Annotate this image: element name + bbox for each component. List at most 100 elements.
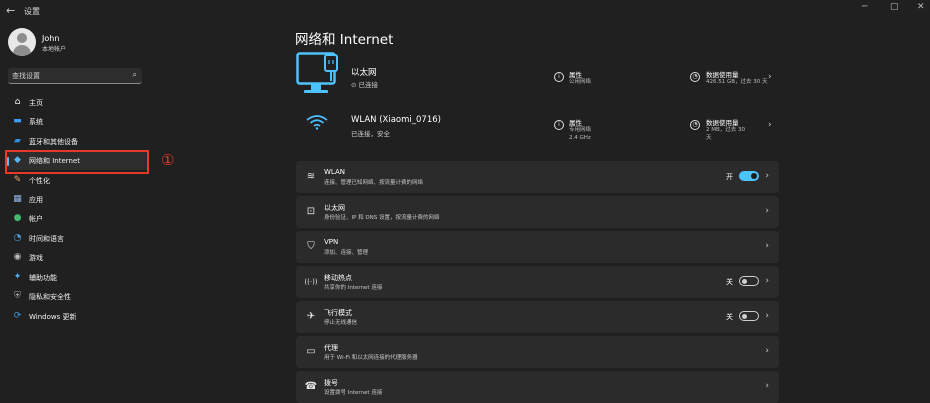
- settings-row-mobile-hotspot[interactable]: ((·)) 移动热点 共享你的 Internet 连接 关 ›: [296, 266, 779, 298]
- wlan-properties-value: 专用网络: [569, 127, 592, 133]
- airplane-icon: ✈: [306, 311, 316, 322]
- sidebar-item-accounts[interactable]: ● 帐户: [6, 210, 148, 228]
- toggle-state-label: 关: [726, 313, 733, 321]
- title-bar: ← 设置 ─ ▢ ✕: [0, 0, 930, 22]
- airplane-mode-toggle[interactable]: [739, 311, 759, 321]
- settings-row-wlan[interactable]: ≋ WLAN 连接、管理已知网络、按流量计费的网络 开 ›: [296, 161, 779, 193]
- row-title: 移动热点: [324, 274, 352, 282]
- ethernet-properties-value: 公用网络: [569, 79, 592, 85]
- row-title: 飞行模式: [324, 309, 352, 317]
- row-title: 拨号: [324, 379, 338, 387]
- vpn-shield-icon: ⛉: [307, 241, 315, 252]
- toggle-knob: [742, 314, 747, 319]
- settings-row-ethernet[interactable]: ⊡ 以太网 身份验证、IP 和 DNS 设置，按流量计费的网络 ›: [296, 196, 779, 228]
- sidebar-item-gaming[interactable]: ◉ 游戏: [6, 249, 148, 267]
- time-language-icon: ◔: [13, 233, 22, 243]
- sidebar-item-label: 应用: [29, 196, 43, 204]
- ethernet-usage-value: 426.51 GB，过去 30 天: [706, 79, 768, 85]
- back-arrow-icon[interactable]: ←: [6, 4, 15, 17]
- close-icon[interactable]: ✕: [917, 2, 925, 12]
- search-icon[interactable]: ⌕: [133, 70, 137, 80]
- row-subtitle: 添加、连接、管理: [324, 250, 369, 256]
- gaming-icon: ◉: [13, 252, 22, 262]
- info-icon[interactable]: i: [554, 72, 564, 82]
- sidebar-item-time-language[interactable]: ◔ 时间和语言: [6, 230, 148, 248]
- wlan-connection-status: 已连接，安全: [351, 130, 390, 138]
- toggle-state-label: 开: [726, 173, 733, 181]
- ethernet-connection-name: 以太网: [351, 68, 377, 78]
- settings-row-dialup[interactable]: ☎ 拨号 设置拨号 Internet 连接 ›: [296, 371, 779, 403]
- windows-update-icon: ⟳: [13, 311, 22, 321]
- toggle-knob: [742, 279, 747, 284]
- chevron-right-icon: ›: [765, 346, 769, 356]
- chevron-right-icon: ›: [765, 381, 769, 391]
- wifi-icon: [306, 115, 328, 130]
- sidebar-item-label: 个性化: [29, 177, 50, 185]
- row-subtitle: 用于 Wi-Fi 和以太网连接的代理服务器: [324, 355, 418, 361]
- page-title: 网络和 Internet: [295, 32, 394, 48]
- maximize-icon[interactable]: ▢: [890, 2, 899, 12]
- settings-row-proxy[interactable]: ▭ 代理 用于 Wi-Fi 和以太网连接的代理服务器 ›: [296, 336, 779, 368]
- search-input[interactable]: [12, 69, 122, 82]
- accounts-icon: ●: [13, 213, 22, 223]
- chevron-right-icon: ›: [765, 311, 769, 321]
- sidebar-item-apps[interactable]: ▦ 应用: [6, 191, 148, 209]
- home-icon: ⌂: [14, 97, 21, 107]
- wlan-toggle[interactable]: [739, 171, 759, 181]
- chevron-right-icon: ›: [765, 241, 769, 251]
- sidebar-item-system[interactable]: ▬ 系统: [6, 113, 148, 131]
- toggle-knob: [751, 173, 757, 179]
- chevron-right-icon: ›: [765, 276, 769, 286]
- minimize-icon[interactable]: ─: [862, 2, 867, 12]
- sidebar-item-privacy[interactable]: ⛨ 隐私和安全性: [6, 288, 148, 306]
- row-title: 以太网: [324, 204, 345, 212]
- sidebar-item-label: 时间和语言: [29, 235, 64, 243]
- row-title: 代理: [324, 344, 338, 352]
- annotation-number: ①: [161, 151, 175, 169]
- avatar-head-icon: [17, 33, 27, 43]
- sidebar-item-bluetooth[interactable]: ▰ 蓝牙和其他设备: [6, 133, 148, 151]
- wlan-frequency-value: 2.4 GHz: [569, 135, 591, 141]
- row-subtitle: 共享你的 Internet 连接: [324, 285, 383, 291]
- sidebar-item-label: 帐户: [29, 215, 43, 223]
- chevron-right-icon: ›: [765, 171, 769, 181]
- mobile-hotspot-toggle[interactable]: [739, 276, 759, 286]
- sidebar-item-home[interactable]: ⌂ 主页: [6, 94, 148, 112]
- dialup-icon: ☎: [304, 381, 318, 392]
- connection-status-panel: 以太网 ⊙ 已连接 i 属性 公用网络 ◔ 数据使用量 426.51 GB，过去…: [296, 48, 779, 146]
- chevron-right-icon[interactable]: ›: [768, 120, 772, 130]
- sidebar-item-windows-update[interactable]: ⟳ Windows 更新: [6, 308, 148, 326]
- data-usage-icon[interactable]: ◔: [690, 72, 700, 82]
- row-subtitle: 设置拨号 Internet 连接: [324, 390, 383, 396]
- accessibility-icon: ✦: [13, 272, 22, 282]
- toggle-state-label: 关: [726, 278, 733, 286]
- sidebar-item-label: 主页: [29, 99, 43, 107]
- data-usage-icon[interactable]: ◔: [690, 120, 700, 130]
- chevron-right-icon: ›: [765, 206, 769, 216]
- chevron-right-icon[interactable]: ›: [768, 72, 772, 82]
- apps-icon: ▦: [13, 194, 22, 204]
- personalization-icon: ✎: [13, 175, 22, 185]
- sidebar-item-personalization[interactable]: ✎ 个性化: [6, 172, 148, 190]
- sidebar-item-label: Windows 更新: [29, 313, 77, 321]
- row-subtitle: 身份验证、IP 和 DNS 设置，按流量计费的网络: [324, 215, 440, 221]
- annotation-highlight-box: [5, 150, 149, 174]
- sidebar-item-accessibility[interactable]: ✦ 辅助功能: [6, 269, 148, 287]
- sidebar-item-label: 隐私和安全性: [29, 293, 71, 301]
- settings-row-vpn[interactable]: ⛉ VPN 添加、连接、管理 ›: [296, 231, 779, 263]
- hotspot-icon: ((·)): [304, 278, 318, 286]
- settings-row-airplane-mode[interactable]: ✈ 飞行模式 停止无线通信 关 ›: [296, 301, 779, 333]
- ethernet-port-icon: ⊡: [306, 206, 316, 217]
- wifi-icon: ≋: [306, 171, 316, 182]
- profile-name: John: [42, 34, 60, 43]
- sidebar-item-label: 游戏: [29, 254, 43, 262]
- sidebar-item-label: 蓝牙和其他设备: [29, 138, 78, 146]
- sidebar-item-label: 系统: [29, 118, 43, 126]
- settings-search-box[interactable]: ⌕: [8, 68, 142, 84]
- avatar: [8, 28, 36, 56]
- sidebar-item-label: 辅助功能: [29, 274, 57, 282]
- wlan-usage-value: 2 MB，过去 30: [706, 127, 746, 133]
- wlan-connection-name: WLAN (Xiaomi_0716): [351, 115, 441, 125]
- info-icon[interactable]: i: [554, 120, 564, 130]
- row-title: VPN: [324, 238, 339, 246]
